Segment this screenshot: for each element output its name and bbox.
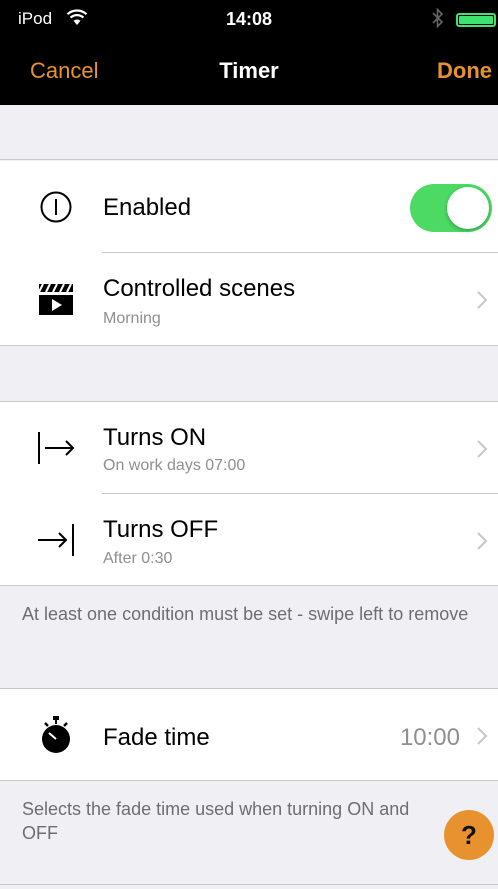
help-button[interactable]: ? <box>444 810 494 860</box>
turns-on-label: Turns ON <box>103 424 207 451</box>
settings-group-general: Enabled Controlled scenes Morning <box>0 161 498 346</box>
clapperboard-icon <box>36 279 76 319</box>
bluetooth-icon <box>432 7 444 34</box>
enabled-label: Enabled <box>103 194 192 221</box>
turns-off-row[interactable]: Turns OFF After 0:30 <box>0 494 498 587</box>
chevron-right-icon <box>477 532 488 550</box>
stopwatch-icon <box>36 715 76 755</box>
clock-time: 14:08 <box>225 9 273 29</box>
enabled-toggle[interactable] <box>410 184 492 232</box>
page-title: Timer <box>219 58 279 83</box>
controlled-scenes-row[interactable]: Controlled scenes Morning <box>0 253 498 346</box>
toggle-knob <box>447 187 489 229</box>
settings-group-fade: Fade time 10:00 <box>0 688 498 781</box>
battery-icon <box>456 13 496 27</box>
enabled-row[interactable]: Enabled <box>0 161 498 253</box>
turns-on-row[interactable]: Turns ON On work days 07:00 <box>0 402 498 494</box>
controlled-scenes-label: Controlled scenes <box>103 275 296 302</box>
done-button[interactable]: Done <box>437 58 492 84</box>
chevron-right-icon <box>477 727 488 745</box>
turns-on-value: On work days 07:00 <box>103 457 246 474</box>
turns-off-label: Turns OFF <box>103 516 219 543</box>
fade-footer-note: Selects the fade time used when turning … <box>22 799 410 843</box>
navigation-bar: Cancel Timer Done <box>0 40 498 105</box>
turn-on-arrow-icon <box>36 428 76 468</box>
controlled-scenes-value: Morning <box>103 310 161 327</box>
chevron-right-icon <box>477 440 488 458</box>
conditions-footer-note: At least one condition must be set - swi… <box>22 604 469 624</box>
fade-time-value: 10:00 <box>399 724 460 751</box>
fade-time-row[interactable]: Fade time 10:00 <box>0 689 498 781</box>
power-icon <box>36 187 76 227</box>
turns-off-value: After 0:30 <box>103 550 173 567</box>
section-spacer <box>0 105 498 160</box>
fade-time-label: Fade time <box>103 724 210 751</box>
chevron-right-icon <box>477 291 488 309</box>
turn-off-arrow-icon <box>36 520 76 560</box>
settings-group-conditions: Turns ON On work days 07:00 Turns OFF Af… <box>0 401 498 586</box>
status-bar: iPod 14:08 <box>0 0 498 40</box>
bottom-divider <box>0 884 498 885</box>
